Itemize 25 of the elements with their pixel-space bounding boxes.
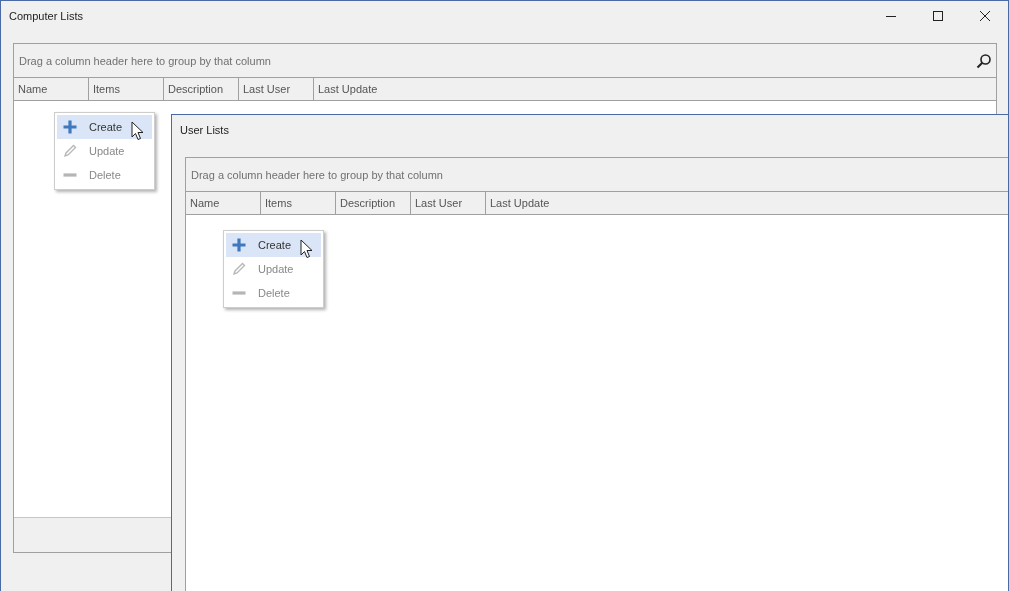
pencil-icon xyxy=(63,144,77,158)
column-header[interactable]: Last Update xyxy=(486,192,561,214)
window-title: Computer Lists xyxy=(8,10,83,22)
window-title: User Lists xyxy=(179,124,229,136)
group-panel-hint: Drag a column header here to group by that column xyxy=(191,168,443,181)
group-panel-hint: Drag a column header here to group by that column xyxy=(19,54,271,67)
menu-item[interactable]: Create xyxy=(226,233,321,257)
mouse-pointer-icon xyxy=(131,121,144,141)
pencil-icon xyxy=(232,262,246,276)
column-header[interactable]: Last Update xyxy=(314,78,389,100)
maximize-icon xyxy=(931,10,944,22)
close-icon xyxy=(978,10,991,22)
column-header[interactable]: Name xyxy=(186,192,261,214)
plus-icon xyxy=(232,238,246,252)
column-header[interactable]: Items xyxy=(261,192,336,214)
column-header[interactable]: Last User xyxy=(239,78,314,100)
mouse-pointer-icon xyxy=(300,239,313,259)
column-header[interactable]: Name xyxy=(14,78,89,100)
plus-icon xyxy=(63,120,77,134)
column-header[interactable]: Description xyxy=(336,192,411,214)
search-icon[interactable] xyxy=(976,52,992,69)
column-header[interactable]: Items xyxy=(89,78,164,100)
column-header[interactable]: Last User xyxy=(411,192,486,214)
column-header[interactable]: Description xyxy=(164,78,239,100)
menu-item[interactable]: Create xyxy=(57,115,152,139)
